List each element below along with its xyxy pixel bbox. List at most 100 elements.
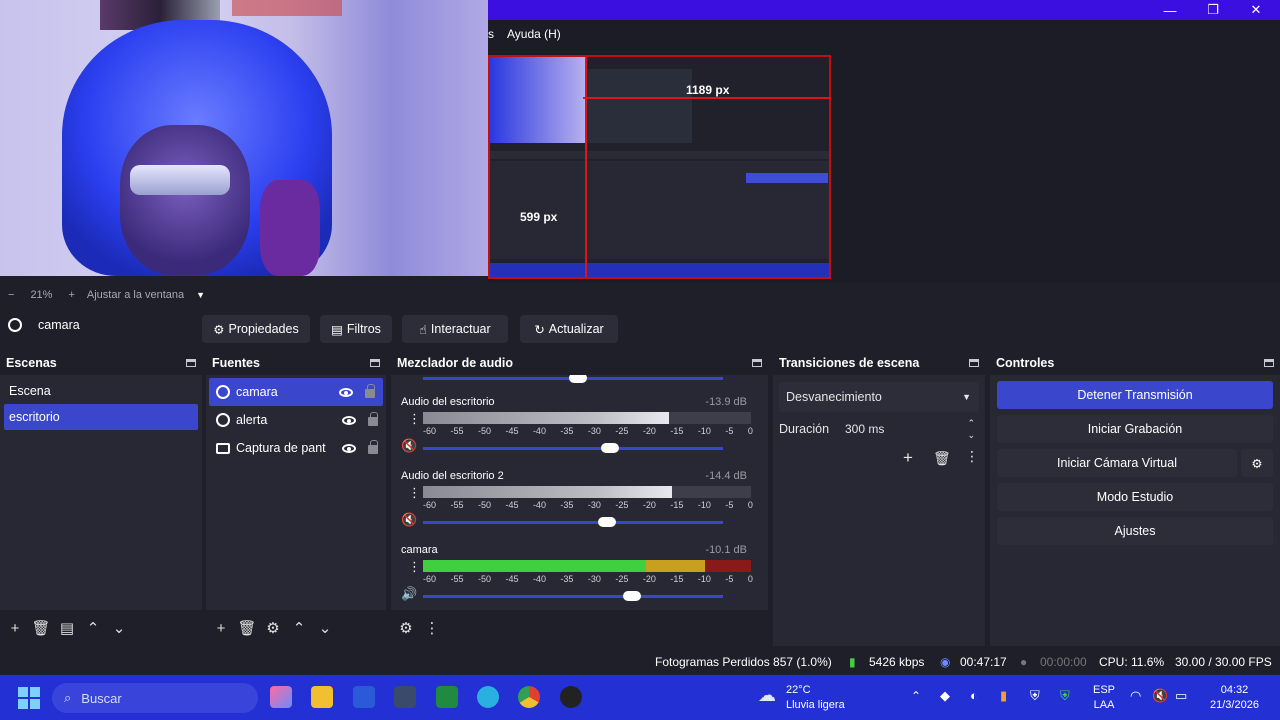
channel-menu-icon[interactable]: ⋮	[408, 412, 421, 425]
channel-menu-icon[interactable]: ⋮	[408, 560, 421, 573]
add-icon[interactable]: +	[903, 448, 913, 468]
current-source-name: camara	[38, 318, 80, 332]
more-icon[interactable]: ⋮	[965, 448, 979, 465]
chevron-down-icon[interactable]: ⌄	[106, 615, 132, 641]
chevron-up-icon[interactable]: ⌃	[286, 615, 312, 641]
properties-button[interactable]: ⚙ Propiedades	[202, 315, 310, 343]
refresh-button[interactable]: ↻ Actualizar	[520, 315, 618, 343]
volume-slider[interactable]	[423, 591, 723, 601]
zoom-in-button[interactable]: +	[68, 289, 74, 301]
lock-icon[interactable]	[368, 412, 378, 426]
volume-slider[interactable]	[423, 443, 723, 453]
volume-muted-icon[interactable]: 🔇	[1152, 688, 1168, 704]
taskbar: ⌕ Buscar ☁ 22°C Lluvia ligera ⌃ ◆ ◐ ▮ ⛨ …	[0, 675, 1280, 720]
studio-mode-button[interactable]: Modo Estudio	[997, 483, 1273, 511]
shield-icon[interactable]: ⛨	[1060, 688, 1070, 704]
zoom-dropdown-icon[interactable]: ▼	[196, 290, 205, 300]
duration-input[interactable]: 300 ms ⌃ ⌄	[837, 415, 981, 443]
add-icon[interactable]: +	[2, 615, 28, 641]
close-button[interactable]: ✕	[1236, 0, 1276, 20]
word-icon[interactable]	[353, 686, 375, 708]
tray-app-icon[interactable]: ◐	[970, 688, 978, 703]
settings-button[interactable]: Ajustes	[997, 517, 1273, 545]
slider-knob[interactable]	[601, 443, 619, 453]
obs-icon[interactable]	[560, 686, 582, 708]
undock-icon[interactable]	[1264, 359, 1274, 367]
volume-slider[interactable]	[423, 517, 723, 527]
start-recording-button[interactable]: Iniciar Grabación	[997, 415, 1273, 443]
copilot-icon[interactable]	[270, 686, 292, 708]
edge-icon[interactable]	[477, 686, 499, 708]
channel-menu-icon[interactable]: ⋮	[408, 486, 421, 499]
wifi-icon[interactable]: ◠	[1130, 688, 1141, 704]
chevron-up-icon[interactable]: ⌃	[80, 615, 106, 641]
undock-icon[interactable]	[969, 359, 979, 367]
undock-icon[interactable]	[752, 359, 762, 367]
mixer-footer: ⚙ ⋮	[391, 610, 768, 646]
chevron-down-icon[interactable]: ⌄	[312, 615, 338, 641]
scale-tick: 0	[747, 574, 753, 584]
file-explorer-icon[interactable]	[311, 686, 333, 708]
virtual-camera-button[interactable]: Iniciar Cámara Virtual	[997, 449, 1237, 477]
spinner-icon[interactable]: ⌃ ⌄	[967, 417, 975, 441]
tray-app-icon[interactable]: ◆	[940, 688, 950, 704]
gear-icon[interactable]: ⚙	[393, 615, 419, 641]
minimize-button[interactable]: —	[1150, 0, 1190, 20]
audio-mixer-dock: Mezclador de audio Audio del escritorio …	[391, 351, 768, 646]
source-item[interactable]: Captura de pant	[206, 434, 386, 462]
windows-start-icon[interactable]	[18, 687, 40, 709]
speaker-icon[interactable]: 🔊	[401, 586, 417, 602]
menu-item-partial[interactable]: s	[488, 27, 494, 41]
undock-icon[interactable]	[370, 359, 380, 367]
more-icon[interactable]: ⋮	[419, 615, 445, 641]
menu-item-help[interactable]: Ayuda (H)	[507, 27, 561, 41]
scene-item[interactable]: Escena	[0, 378, 202, 404]
add-icon[interactable]: +	[208, 615, 234, 641]
transition-select[interactable]: Desvanecimiento ▼	[779, 382, 979, 412]
zoom-out-button[interactable]: −	[8, 289, 14, 301]
chrome-icon[interactable]	[518, 686, 540, 708]
chevron-up-icon[interactable]: ⌃	[911, 689, 921, 703]
scale-tick: -25	[615, 426, 629, 436]
undock-icon[interactable]	[186, 359, 196, 367]
lock-icon[interactable]	[365, 384, 375, 398]
battery-icon[interactable]: ▭	[1175, 688, 1187, 704]
scene-item-selected[interactable]: escritorio	[4, 404, 198, 430]
slider-knob[interactable]	[569, 375, 587, 383]
search-box[interactable]: ⌕ Buscar	[52, 683, 258, 713]
muted-speaker-icon[interactable]: 🔇	[401, 512, 417, 528]
current-source: camara	[8, 318, 80, 332]
muted-speaker-icon[interactable]: 🔇	[401, 438, 417, 454]
stop-stream-button[interactable]: Detener Transmisión	[997, 381, 1273, 409]
language-indicator[interactable]: ESP LAA	[1093, 684, 1115, 711]
source-item-selected[interactable]: camara	[209, 378, 383, 406]
trash-icon[interactable]: 🗑	[28, 615, 54, 641]
trash-icon[interactable]: 🗑	[933, 450, 951, 467]
gear-icon: ⚙	[213, 322, 225, 337]
scale-tick: -15	[670, 500, 684, 510]
virtual-camera-settings-button[interactable]: ⚙	[1241, 449, 1273, 477]
program-preview[interactable]: 1189 px 599 px	[488, 55, 831, 279]
eye-icon[interactable]	[342, 444, 356, 453]
gear-icon[interactable]: ⚙	[260, 615, 286, 641]
clock[interactable]: 04:32 21/3/2026	[1210, 684, 1259, 711]
scale-tick: -25	[615, 500, 629, 510]
volume-slider-partial[interactable]	[423, 375, 723, 383]
volume-meter	[423, 560, 751, 572]
filter-icon[interactable]: ▤	[54, 615, 80, 641]
tray-app-icon[interactable]: ▮	[1000, 688, 1007, 704]
trash-icon[interactable]: 🗑	[234, 615, 260, 641]
eye-icon[interactable]	[339, 388, 353, 397]
slider-knob[interactable]	[598, 517, 616, 527]
slider-knob[interactable]	[623, 591, 641, 601]
calculator-icon[interactable]	[394, 686, 416, 708]
eye-icon[interactable]	[342, 416, 356, 425]
scale-tick: -45	[505, 426, 519, 436]
filters-button[interactable]: ▤ Filtros	[320, 315, 392, 343]
excel-icon[interactable]	[436, 686, 458, 708]
security-icon[interactable]: ⛨	[1030, 688, 1040, 704]
maximize-button[interactable]: ❐	[1193, 0, 1233, 20]
lock-icon[interactable]	[368, 440, 378, 454]
source-item[interactable]: alerta	[206, 406, 386, 434]
interact-button[interactable]: ☝ Interactuar	[402, 315, 508, 343]
